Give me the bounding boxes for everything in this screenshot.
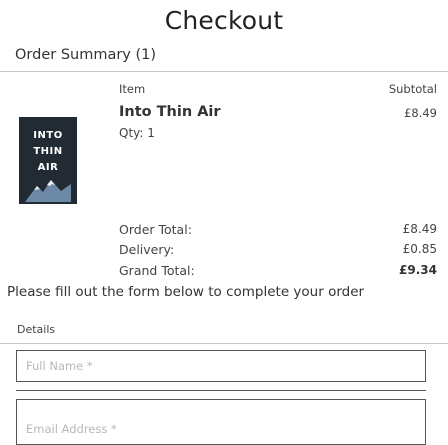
item-name[interactable]: Into Thin Air (119, 104, 221, 120)
item-column-header: Item (119, 82, 146, 96)
mountain-illustration (25, 180, 71, 202)
summary-divider (0, 71, 448, 72)
delivery-label: Delivery: (119, 242, 175, 257)
grand-total-label: Grand Total: (119, 263, 195, 278)
form-divider (16, 390, 426, 391)
order-summary-heading: Order Summary (1) (15, 47, 157, 63)
details-divider (0, 343, 448, 344)
item-subtotal: £8.49 (404, 106, 437, 120)
cover-text-line: AIR (37, 162, 59, 173)
details-section-label: Details (17, 323, 56, 336)
order-total-value: £8.49 (402, 222, 437, 236)
email-input[interactable] (16, 399, 426, 445)
cover-text-line: INTO (33, 130, 63, 141)
delivery-value: £0.85 (402, 242, 437, 256)
grand-total-value: £9.34 (399, 263, 437, 277)
full-name-input[interactable] (16, 350, 426, 382)
order-total-label: Order Total: (119, 222, 192, 237)
book-cover-image: INTO THIN AIR (19, 117, 77, 204)
form-instruction: Please fill out the form below to comple… (7, 284, 365, 300)
item-quantity: Qty: 1 (119, 126, 155, 140)
subtotal-column-header: Subtotal (388, 82, 437, 96)
cover-text-line: THIN (33, 146, 63, 157)
page-title: Checkout (164, 6, 284, 35)
